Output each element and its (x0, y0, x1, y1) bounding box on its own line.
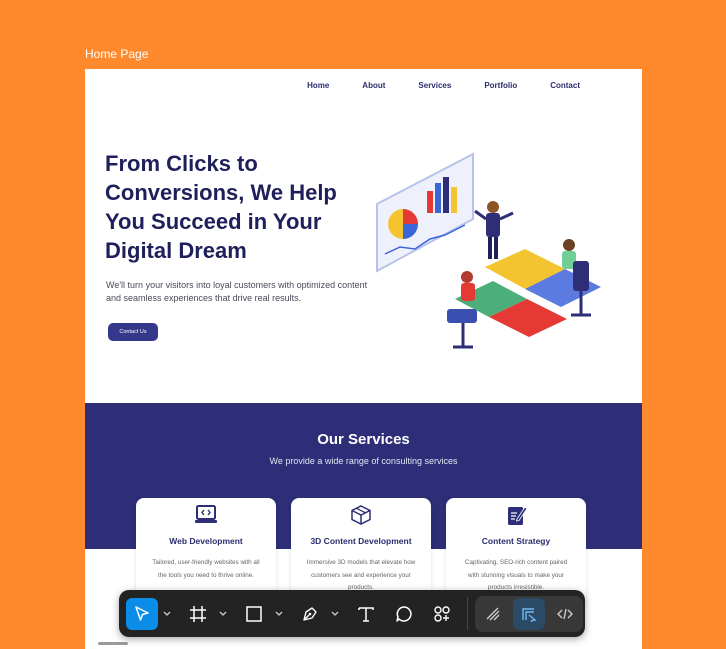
frame-tool-menu[interactable] (214, 598, 232, 630)
dev-mode-icon (557, 608, 573, 619)
horizontal-scrollbar[interactable] (98, 642, 128, 645)
toolbar-divider (467, 597, 468, 630)
service-card-title: Web Development (169, 536, 243, 546)
mode-switcher (475, 595, 583, 632)
service-card-text: Tailored, user-friendly websites with al… (152, 559, 260, 579)
contact-us-button[interactable]: Contact Us (108, 323, 158, 341)
service-card-title: 3D Content Development (310, 536, 412, 546)
home-page-frame[interactable]: Home About Services Portfolio Contact Fr… (85, 69, 642, 649)
hero-title: From Clicks to Conversions, We Help You … (105, 151, 337, 263)
laptop-code-icon (195, 505, 217, 523)
draw-mode-button[interactable] (477, 598, 509, 630)
design-mode-icon (522, 607, 537, 622)
services-subtitle: We provide a wide range of consulting se… (269, 456, 458, 466)
service-card-text: Immersive 3D models that elevate how cus… (306, 559, 416, 591)
draw-mode-icon (486, 607, 500, 620)
nav-link-services[interactable]: Services (418, 81, 451, 90)
cube-icon (351, 505, 371, 525)
frame-tool-button[interactable] (182, 598, 214, 630)
pen-tool-menu[interactable] (326, 598, 344, 630)
service-card-text: Captivating, SEO-rich content paired wit… (464, 559, 568, 591)
hero-subtitle: We'll turn your visitors into loyal cust… (106, 280, 368, 303)
chevron-down-icon (275, 611, 283, 616)
service-card-title: Content Strategy (481, 536, 551, 546)
nav-link-portfolio[interactable]: Portfolio (484, 81, 517, 90)
comment-icon (396, 605, 412, 622)
top-nav: Home About Services Portfolio Contact (307, 81, 580, 90)
move-tool-menu[interactable] (158, 598, 176, 630)
dev-mode-button[interactable] (549, 598, 581, 630)
actions-icon (434, 605, 450, 622)
rectangle-icon (246, 605, 262, 622)
move-tool-button[interactable] (126, 597, 158, 630)
frame-label[interactable]: Home Page (85, 47, 148, 61)
nav-link-contact[interactable]: Contact (550, 81, 580, 90)
pen-icon (303, 606, 317, 621)
text-tool-button[interactable] (350, 598, 382, 630)
comment-tool-button[interactable] (388, 598, 420, 630)
actions-tool-button[interactable] (426, 598, 458, 630)
design-mode-button[interactable] (513, 597, 545, 630)
chevron-down-icon (163, 611, 171, 616)
nav-link-home[interactable]: Home (307, 81, 329, 90)
rectangle-tool-button[interactable] (238, 598, 270, 630)
frame-icon (190, 605, 206, 622)
chevron-down-icon (331, 611, 339, 616)
edit-document-icon (508, 506, 528, 525)
services-title: Our Services (317, 431, 410, 448)
rectangle-tool-menu[interactable] (270, 598, 288, 630)
design-toolbar (119, 590, 585, 637)
chevron-down-icon (219, 611, 227, 616)
text-icon (358, 606, 374, 622)
nav-link-about[interactable]: About (362, 81, 385, 90)
pen-tool-button[interactable] (294, 598, 326, 630)
hero-illustration (376, 152, 601, 349)
move-icon (135, 605, 149, 621)
